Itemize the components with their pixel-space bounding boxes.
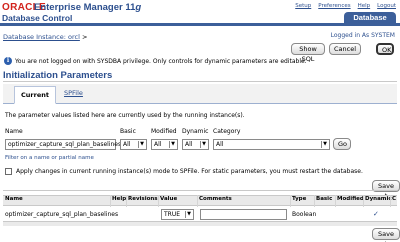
- page-title: Initialization Parameters: [3, 70, 113, 81]
- breadcrumb-instance-link[interactable]: Database Instance: orcl: [3, 33, 80, 41]
- go-button[interactable]: Go: [333, 138, 351, 150]
- col-type: Type: [292, 196, 307, 202]
- col-dynamic: Dynamic: [365, 196, 392, 202]
- title-divider: [3, 81, 397, 82]
- modified-filter-label: Modified: [151, 128, 177, 135]
- basic-filter-value: All: [123, 141, 131, 148]
- category-filter-value: All: [216, 141, 224, 148]
- dynamic-filter-value: All: [185, 141, 193, 148]
- col-help: Help: [112, 196, 127, 202]
- col-value: Value: [160, 196, 178, 202]
- logged-in-status: Logged in As SYSTEM: [330, 32, 395, 39]
- dynamic-filter-label: Dynamic: [182, 128, 209, 135]
- col-name: Name: [5, 196, 23, 202]
- chevron-down-icon: ▼: [185, 211, 192, 218]
- tab-spfile[interactable]: SPFile: [64, 89, 83, 97]
- chevron-down-icon: ▼: [138, 141, 145, 148]
- breadcrumb-separator: >: [81, 33, 88, 41]
- chevron-down-icon: ▼: [200, 141, 207, 148]
- row-type: Boolean: [292, 211, 317, 218]
- logout-link[interactable]: Logout: [377, 3, 396, 9]
- col-revisions: Revisions: [128, 196, 158, 202]
- tab-bar: [3, 84, 397, 104]
- modified-filter-select[interactable]: All ▼: [151, 139, 178, 150]
- col-comments: Comments: [199, 196, 232, 202]
- apply-to-spfile-checkbox[interactable]: [5, 168, 12, 175]
- col-modified: Modified: [337, 196, 364, 202]
- category-filter-label: Category: [213, 128, 241, 135]
- preferences-link[interactable]: Preferences: [318, 3, 350, 9]
- info-icon: i: [4, 57, 12, 65]
- save-to-file-button-bottom[interactable]: Save t: [372, 228, 400, 242]
- global-links: Setup Preferences Help Logout: [295, 3, 396, 9]
- cancel-button[interactable]: Cancel: [329, 43, 361, 55]
- filter-hint: Filter on a name or partial name: [5, 155, 94, 161]
- tab-database[interactable]: Database: [344, 12, 396, 23]
- tab-current[interactable]: Current: [14, 86, 56, 104]
- col-category: C: [392, 196, 397, 202]
- chevron-down-icon: ▼: [169, 141, 176, 148]
- basic-filter-select[interactable]: All ▼: [120, 139, 147, 150]
- chevron-down-icon: ▼: [321, 141, 328, 148]
- privilege-warning: You are not logged on with SYSDBA privil…: [15, 58, 307, 65]
- dynamic-check-icon: ✓: [373, 210, 379, 218]
- horizontal-scrollbar[interactable]: [3, 222, 397, 226]
- intro-text: The parameter values listed here are cur…: [5, 112, 245, 119]
- apply-to-spfile-label: Apply changes in current running instanc…: [16, 168, 363, 175]
- dynamic-filter-select[interactable]: All ▼: [182, 139, 209, 150]
- name-filter-label: Name: [5, 128, 23, 135]
- setup-link[interactable]: Setup: [295, 3, 311, 9]
- value-select[interactable]: TRUE ▼: [161, 209, 194, 220]
- col-basic: Basic: [316, 196, 333, 202]
- modified-filter-value: All: [154, 141, 162, 148]
- product-subtitle: Database Control: [2, 13, 73, 23]
- breadcrumb: Database Instance: orcl >: [3, 33, 87, 41]
- name-filter-input[interactable]: optimizer_capture_sql_plan_baselines: [5, 139, 121, 150]
- basic-filter-label: Basic: [120, 128, 136, 135]
- help-link[interactable]: Help: [358, 3, 371, 9]
- table-top-rule: [3, 190, 397, 191]
- category-filter-select[interactable]: All ▼: [213, 139, 330, 150]
- show-sql-button[interactable]: Show SQL: [291, 43, 325, 63]
- value-select-current: TRUE: [164, 211, 181, 218]
- comments-input[interactable]: [200, 209, 287, 220]
- row-param-name: optimizer_capture_sql_plan_baselines: [5, 211, 119, 218]
- ok-button[interactable]: OK: [376, 43, 394, 55]
- header-divider: [0, 23, 400, 26]
- product-name: Enterprise Manager 11g: [34, 2, 142, 13]
